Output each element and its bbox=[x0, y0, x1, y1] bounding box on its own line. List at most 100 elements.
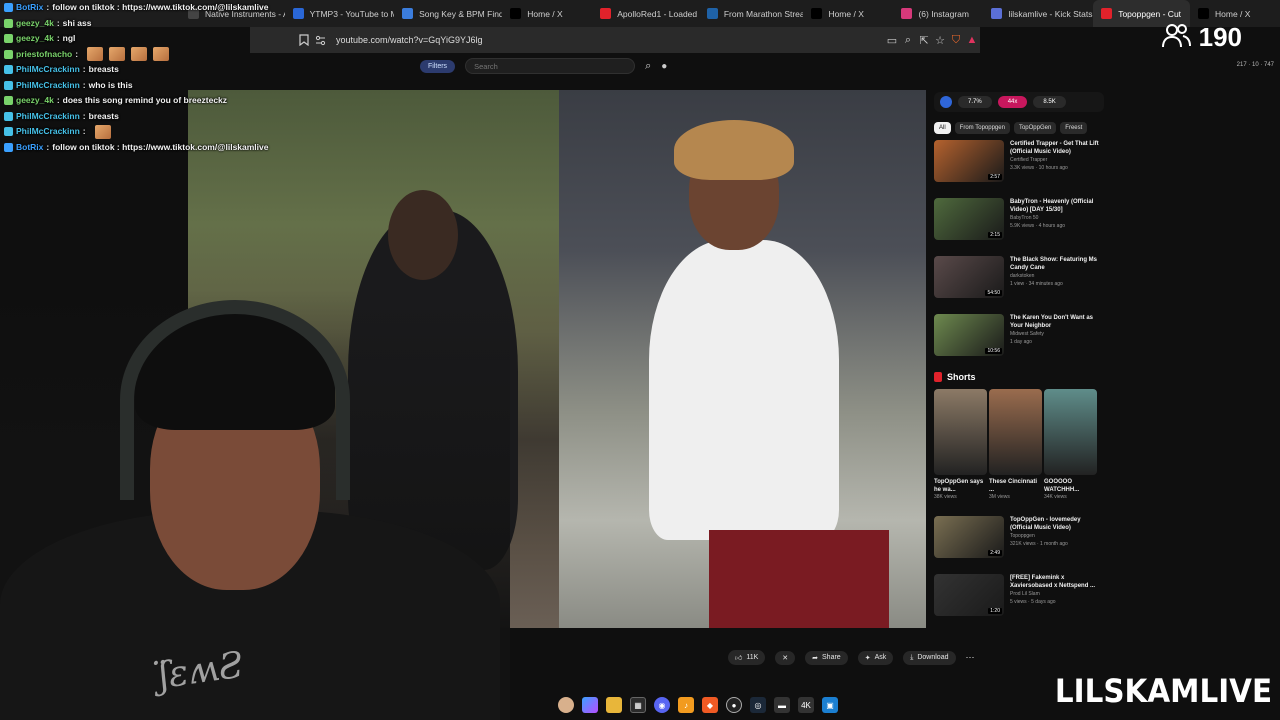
short-video[interactable]: These Cincinnati ... 3M views bbox=[989, 389, 1042, 500]
brave-rewards-icon[interactable]: ▲ bbox=[964, 32, 980, 48]
video-title[interactable]: [FREE] Fakemink x Xaviersobased x Nettsp… bbox=[1010, 574, 1100, 590]
video-person-tank-top bbox=[649, 240, 839, 540]
browser-tab[interactable]: Home / X bbox=[502, 0, 592, 27]
stat-pill-2: 44x bbox=[997, 96, 1028, 108]
recommended-video[interactable]: 54:50 The Black Show: Featuring Ms Candy … bbox=[934, 256, 1104, 300]
user-avatar-icon[interactable] bbox=[558, 697, 574, 713]
search-icon[interactable]: ⌕ bbox=[645, 60, 651, 73]
url-text[interactable]: youtube.com/watch?v=GqYiG9YJ6lg bbox=[336, 35, 483, 45]
video-thumbnail[interactable]: 2:57 bbox=[934, 140, 1004, 182]
channel-name[interactable]: Topoppgen bbox=[1010, 532, 1100, 540]
short-thumbnail[interactable] bbox=[989, 389, 1042, 475]
recommended-video[interactable]: 1:20 [FREE] Fakemink x Xaviersobased x Ne… bbox=[934, 574, 1104, 618]
short-thumbnail[interactable] bbox=[934, 389, 987, 475]
filters-button[interactable]: Filters bbox=[420, 59, 456, 73]
video-title[interactable]: The Black Show: Featuring Ms Candy Cane bbox=[1010, 256, 1100, 272]
video-duration: 2:57 bbox=[988, 174, 1002, 180]
4k-icon[interactable]: 4K bbox=[798, 697, 814, 713]
browser-tab[interactable]: Home / X bbox=[803, 0, 893, 27]
channel-name[interactable]: Midwest Safety bbox=[1010, 330, 1100, 338]
browser-tab[interactable]: ApolloRed1 - Loaded Di bbox=[592, 0, 699, 27]
short-title[interactable]: These Cincinnati ... bbox=[989, 478, 1042, 494]
browser-tab[interactable]: (6) Instagram bbox=[893, 0, 983, 27]
filter-chip[interactable]: Freest bbox=[1060, 122, 1088, 134]
recommendation-list: 2:57 Certified Trapper - Get That Lift (O… bbox=[934, 140, 1104, 358]
video-thumbnail[interactable]: 10:56 bbox=[934, 314, 1004, 356]
chat-separator: : bbox=[56, 33, 60, 43]
chat-message: geezy_4k: shi ass bbox=[0, 16, 320, 32]
video-thumbnail[interactable]: 2:15 bbox=[934, 198, 1004, 240]
chat-text: follow on tiktok : https://www.tiktok.co… bbox=[52, 141, 269, 152]
channel-name[interactable]: Prod Lil Slam bbox=[1010, 590, 1100, 598]
windows-taskbar: ▦ ◉ ♪ ◆ ● ◎ ▬ 4K ▣ bbox=[540, 692, 890, 718]
chat-username[interactable]: BotRix bbox=[16, 140, 43, 156]
chat-username[interactable]: BotRix bbox=[16, 0, 43, 16]
video-title[interactable]: Certified Trapper - Get That Lift (Offic… bbox=[1010, 140, 1100, 156]
chat-username[interactable]: geezy_4k bbox=[16, 31, 54, 47]
photos-icon[interactable]: ▣ bbox=[822, 697, 838, 713]
obs-icon[interactable]: ● bbox=[726, 697, 742, 713]
dislike-button[interactable]: ✕ bbox=[775, 650, 796, 665]
chat-username[interactable]: PhilMcCrackinn bbox=[16, 109, 80, 125]
browser-tab[interactable]: lilskamlive - Kick Stats, A bbox=[983, 0, 1093, 27]
video-thumbnail[interactable]: 1:20 bbox=[934, 574, 1004, 616]
browser-tab[interactable]: Song Key & BPM Finder bbox=[394, 0, 502, 27]
brave-shield-icon[interactable]: ⛉ bbox=[948, 32, 964, 48]
channel-name[interactable]: BabyTron 50 bbox=[1010, 214, 1100, 222]
short-video[interactable]: GOOOOO WATCHHH... 34K views bbox=[1044, 389, 1097, 500]
chat-username[interactable]: geezy_4k bbox=[16, 93, 54, 109]
share-button[interactable]: ➦ Share bbox=[805, 650, 848, 665]
store-icon[interactable]: ▦ bbox=[630, 697, 646, 713]
shorts-shelf: TopOppGen says he wa... 38K views These Ci… bbox=[934, 389, 1104, 500]
recommended-video[interactable]: 2:57 Certified Trapper - Get That Lift (O… bbox=[934, 140, 1104, 184]
chat-username[interactable]: priestofnacho bbox=[16, 47, 72, 63]
chat-username[interactable]: PhilMcCrackinn bbox=[16, 124, 80, 140]
short-thumbnail[interactable] bbox=[1044, 389, 1097, 475]
chat-message: geezy_4k: ngl bbox=[0, 31, 320, 47]
star-icon[interactable]: ☆ bbox=[932, 32, 948, 48]
short-video[interactable]: TopOppGen says he wa... 38K views bbox=[934, 389, 987, 500]
chat-username[interactable]: PhilMcCrackinn bbox=[16, 62, 80, 78]
chat-username[interactable]: geezy_4k bbox=[16, 16, 54, 32]
search-input[interactable] bbox=[465, 58, 636, 74]
chat-username[interactable]: PhilMcCrackinn bbox=[16, 78, 80, 94]
channel-name[interactable]: Certified Trapper bbox=[1010, 156, 1100, 164]
chat-message: BotRix: follow on tiktok : https://www.ti… bbox=[0, 0, 320, 16]
filter-chip[interactable]: All bbox=[934, 122, 951, 134]
video-title[interactable]: BabyTron - Heavenly (Official Video) [DA… bbox=[1010, 198, 1100, 214]
video-title[interactable]: The Karen You Don't Want as Your Neighbo… bbox=[1010, 314, 1100, 330]
video-title[interactable]: TopOppGen - lovemedey (Official Music Vi… bbox=[1010, 516, 1100, 532]
tab-label: Topoppgen - Cut bbox=[1118, 8, 1182, 19]
tab-label: YTMP3 - YouTube to MP bbox=[309, 8, 395, 19]
folder-icon[interactable] bbox=[606, 697, 622, 713]
recommended-video[interactable]: 2:15 BabyTron - Heavenly (Official Video)… bbox=[934, 198, 1104, 242]
cast-icon[interactable]: ▭ bbox=[884, 32, 900, 48]
chat-text: ngl bbox=[62, 33, 76, 43]
filter-chip[interactable]: From Topoppgen bbox=[954, 122, 1010, 134]
address-bar[interactable]: youtube.com/watch?v=GqYiG9YJ6lg ▭ ⌕ ⇱ ☆ … bbox=[250, 27, 980, 53]
short-title[interactable]: TopOppGen says he wa... bbox=[934, 478, 987, 494]
share-icon[interactable]: ⇱ bbox=[916, 32, 932, 48]
app-icon[interactable]: ▬ bbox=[774, 697, 790, 713]
video-thumbnail[interactable]: 54:50 bbox=[934, 256, 1004, 298]
fl-studio-icon[interactable]: ♪ bbox=[678, 697, 694, 713]
emote-icon bbox=[94, 124, 111, 139]
recommended-video[interactable]: 10:56 The Karen You Don't Want as Your Ne… bbox=[934, 314, 1104, 358]
browser-tab[interactable]: From Marathon Stream bbox=[699, 0, 803, 27]
recommended-video[interactable]: 2:49 TopOppGen - lovemedey (Official Musi… bbox=[934, 516, 1104, 560]
extension-logo-icon bbox=[940, 96, 952, 108]
zoom-icon[interactable]: ⌕ bbox=[900, 32, 916, 48]
channel-name[interactable]: darkstoken bbox=[1010, 272, 1100, 280]
steam-icon[interactable]: ◎ bbox=[750, 697, 766, 713]
like-button[interactable]: 👍︎ 11K bbox=[728, 650, 766, 665]
microphone-icon[interactable]: ● bbox=[661, 61, 667, 72]
ask-button[interactable]: ✦ Ask bbox=[857, 650, 894, 665]
copilot-icon[interactable] bbox=[582, 697, 598, 713]
filter-chip[interactable]: TopOppGen bbox=[1013, 122, 1057, 134]
video-thumbnail[interactable]: 2:49 bbox=[934, 516, 1004, 558]
x-icon bbox=[1198, 8, 1210, 19]
short-title[interactable]: GOOOOO WATCHHH... bbox=[1044, 478, 1097, 494]
discord-icon[interactable]: ◉ bbox=[654, 697, 670, 713]
shorts-icon bbox=[934, 372, 942, 382]
brave-icon[interactable]: ◆ bbox=[702, 697, 718, 713]
